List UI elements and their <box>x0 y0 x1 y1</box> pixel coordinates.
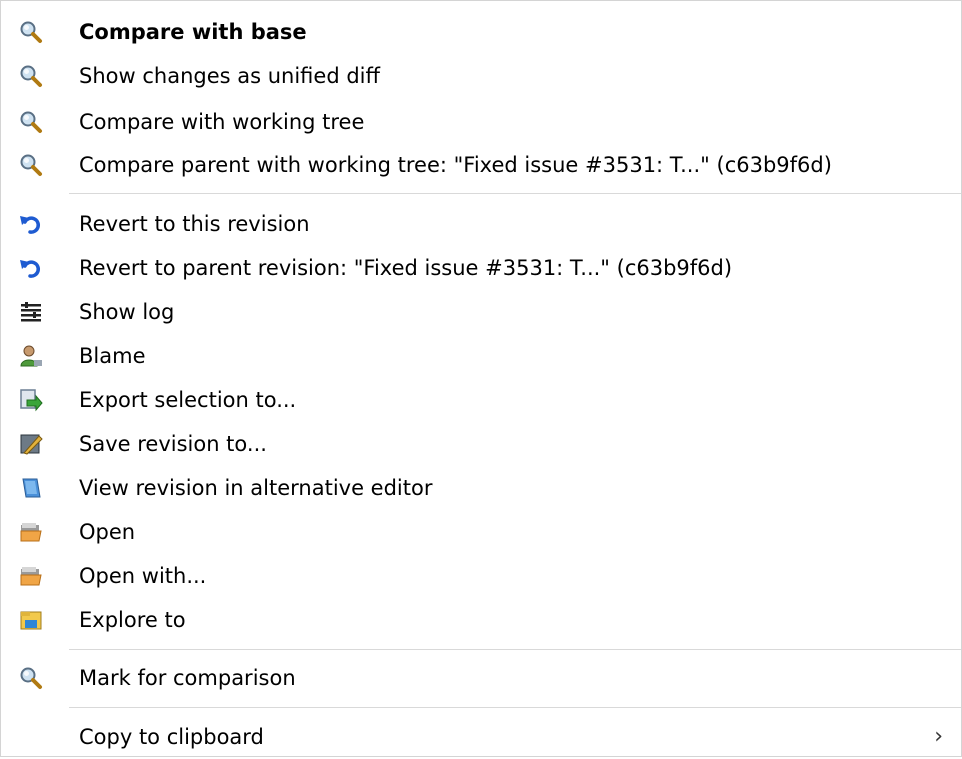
menu-item-label: Export selection to... <box>79 388 297 412</box>
export-icon <box>19 388 43 412</box>
menu-item-save-revision[interactable]: Save revision to... <box>1 422 961 466</box>
context-menu: Compare with base Show changes as unifie… <box>0 0 962 757</box>
save-revision-icon <box>19 432 43 456</box>
menu-item-label: Explore to <box>79 608 186 632</box>
menu-item-show-log[interactable]: Show log <box>1 290 961 334</box>
menu-item-blame[interactable]: Blame <box>1 334 961 378</box>
open-folder-icon <box>19 520 43 544</box>
submenu-arrow-icon: › <box>934 724 943 749</box>
menu-item-label: Blame <box>79 344 146 368</box>
magnifier-icon <box>19 20 43 44</box>
menu-item-revert-this-revision[interactable]: Revert to this revision <box>1 202 961 246</box>
alternative-editor-icon <box>19 476 43 500</box>
menu-separator <box>69 649 961 650</box>
menu-item-label: Compare with working tree <box>79 110 365 134</box>
menu-separator <box>69 707 961 708</box>
menu-item-revert-parent-revision[interactable]: Revert to parent revision: "Fixed issue … <box>1 246 961 290</box>
menu-item-label: Copy to clipboard <box>79 725 264 749</box>
menu-item-alternative-editor[interactable]: View revision in alternative editor <box>1 466 961 510</box>
open-with-folder-icon <box>19 564 43 588</box>
blame-person-icon <box>19 344 43 368</box>
menu-item-mark-for-comparison[interactable]: Mark for comparison <box>1 656 961 700</box>
menu-item-label: Open <box>79 520 136 544</box>
magnifier-icon <box>19 64 43 88</box>
log-lines-icon <box>19 300 43 324</box>
menu-item-label: Revert to this revision <box>79 212 310 236</box>
menu-item-label: Save revision to... <box>79 432 267 456</box>
magnifier-icon <box>19 666 43 690</box>
menu-item-unified-diff[interactable]: Show changes as unified diff <box>1 54 961 98</box>
menu-item-label: Show changes as unified diff <box>79 64 380 88</box>
menu-item-label: Mark for comparison <box>79 666 296 690</box>
menu-item-label: View revision in alternative editor <box>79 476 433 500</box>
magnifier-icon <box>19 110 43 134</box>
explore-folder-icon <box>19 608 43 632</box>
menu-item-label: Compare parent with working tree: "Fixed… <box>79 153 832 177</box>
menu-item-export-selection[interactable]: Export selection to... <box>1 378 961 422</box>
menu-item-compare-working-tree[interactable]: Compare with working tree <box>1 100 961 144</box>
revert-arrow-icon <box>19 212 43 236</box>
menu-item-explore-to[interactable]: Explore to <box>1 598 961 642</box>
menu-item-label: Compare with base <box>79 20 307 44</box>
menu-item-copy-to-clipboard[interactable]: Copy to clipboard › <box>1 715 961 759</box>
menu-item-label: Show log <box>79 300 175 324</box>
menu-item-label: Open with... <box>79 564 207 588</box>
menu-item-compare-parent-working-tree[interactable]: Compare parent with working tree: "Fixed… <box>1 143 961 187</box>
menu-item-open-with[interactable]: Open with... <box>1 554 961 598</box>
magnifier-icon <box>19 153 43 177</box>
menu-item-compare-with-base[interactable]: Compare with base <box>1 10 961 54</box>
menu-separator <box>69 193 961 194</box>
menu-item-open[interactable]: Open <box>1 510 961 554</box>
menu-item-label: Revert to parent revision: "Fixed issue … <box>79 256 733 280</box>
revert-arrow-icon <box>19 256 43 280</box>
